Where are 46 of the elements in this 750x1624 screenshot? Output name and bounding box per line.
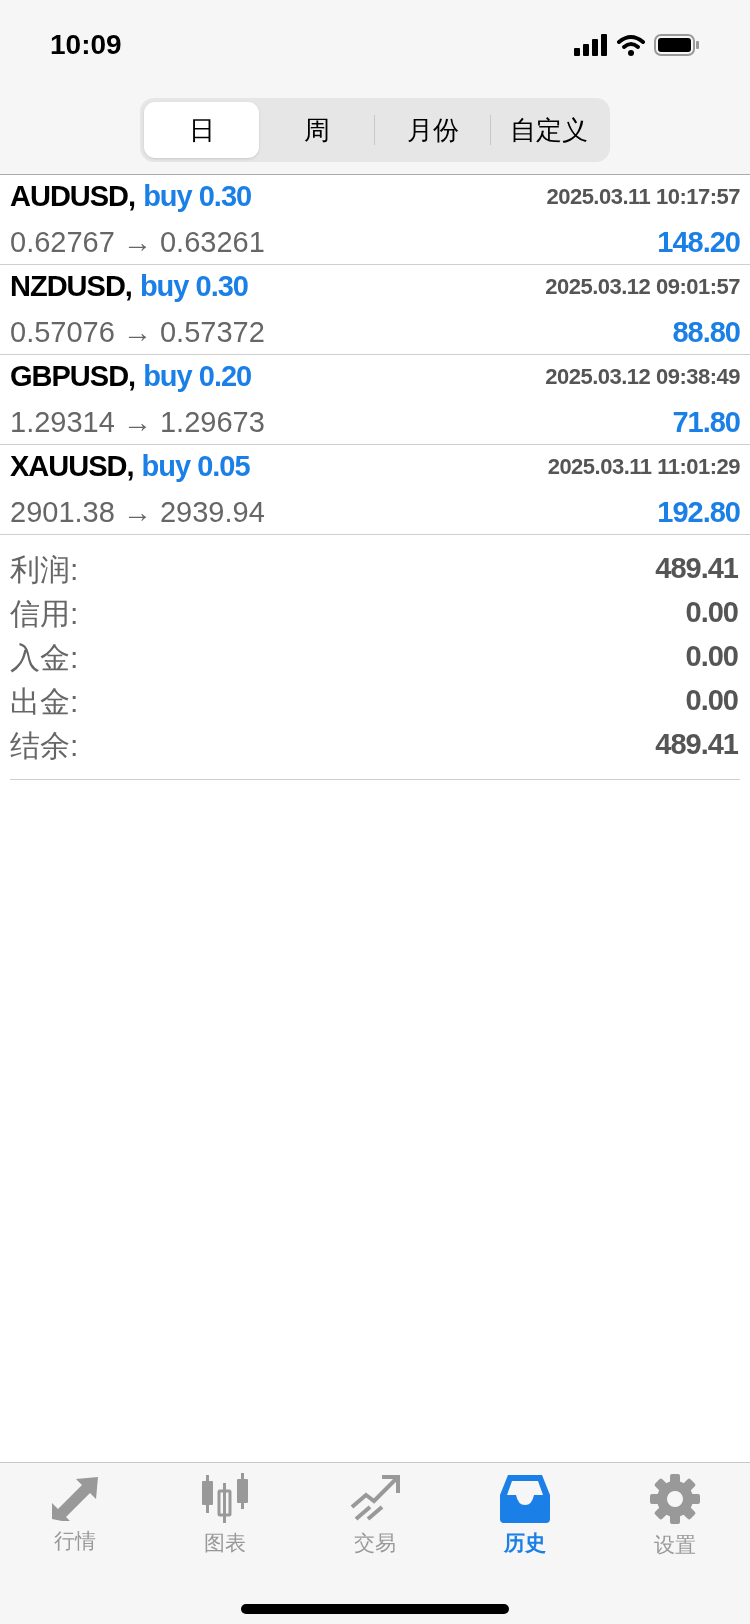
symbol-label: NZDUSD, xyxy=(10,269,132,304)
summary-value: 0.00 xyxy=(685,639,738,675)
price-range: 2901.38 → 2939.94 xyxy=(10,494,265,530)
trade-volume: buy 0.05 xyxy=(141,449,250,484)
tab-bar-item[interactable]: 交易 xyxy=(300,1473,450,1561)
trade-time: 2025.03.11 11:01:29 xyxy=(547,453,740,482)
price-range: 1.29314 → 1.29673 xyxy=(10,404,265,440)
summary-value: 489.41 xyxy=(655,727,738,763)
inbox-icon xyxy=(498,1473,552,1523)
summary-label: 出金: xyxy=(10,683,79,720)
trade-volume: buy 0.30 xyxy=(139,269,248,304)
price-range: 0.62767 → 0.63261 xyxy=(10,224,265,260)
summary-value: 489.41 xyxy=(655,551,738,587)
trade-time: 2025.03.12 09:01:57 xyxy=(545,273,740,302)
summary-value: 0.00 xyxy=(685,683,738,719)
settings-icon xyxy=(649,1473,701,1525)
trade-profit: 192.80 xyxy=(657,494,740,530)
trade-profit: 71.80 xyxy=(672,404,740,440)
tab-bar-item[interactable]: 设置 xyxy=(600,1473,750,1561)
status-time: 10:09 xyxy=(50,28,122,62)
symbol-label: AUDUSD, xyxy=(10,179,136,214)
segment-tab[interactable]: 月份 xyxy=(375,102,490,158)
summary-label: 信用: xyxy=(10,595,79,632)
trade-volume: buy 0.30 xyxy=(143,179,252,214)
symbol-label: GBPUSD, xyxy=(10,359,136,394)
summary-label: 入金: xyxy=(10,639,79,676)
wifi-icon xyxy=(616,34,646,56)
tab-bar-item[interactable]: 行情 xyxy=(0,1473,150,1561)
trade-volume: buy 0.20 xyxy=(143,359,252,394)
trend-arrow-icon xyxy=(348,1473,402,1523)
segment-tab[interactable]: 周 xyxy=(259,102,374,158)
summary-value: 0.00 xyxy=(685,595,738,631)
symbol-label: XAUUSD, xyxy=(10,449,134,484)
tab-bar-item[interactable]: 历史 xyxy=(450,1473,600,1561)
segment-tab[interactable]: 自定义 xyxy=(491,102,606,158)
segment-tab[interactable]: 日 xyxy=(144,102,259,158)
signal-icon xyxy=(574,34,608,56)
summary-label: 利润: xyxy=(10,551,79,588)
battery-icon xyxy=(654,34,700,56)
summary-label: 结余: xyxy=(10,727,79,764)
trade-time: 2025.03.11 10:17:57 xyxy=(546,183,740,212)
tab-bar-item[interactable]: 图表 xyxy=(150,1473,300,1561)
trade-profit: 148.20 xyxy=(657,224,740,260)
price-range: 0.57076 → 0.57372 xyxy=(10,314,265,350)
trade-profit: 88.80 xyxy=(672,314,740,350)
trade-time: 2025.03.12 09:38:49 xyxy=(545,363,740,392)
